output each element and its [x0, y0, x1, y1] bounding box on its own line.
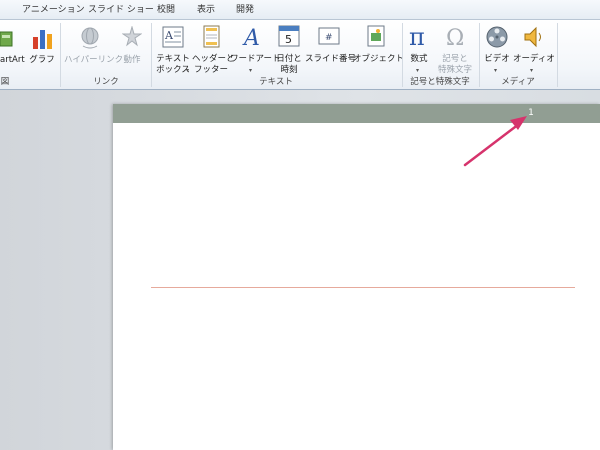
callout-arrow-icon	[463, 116, 527, 167]
